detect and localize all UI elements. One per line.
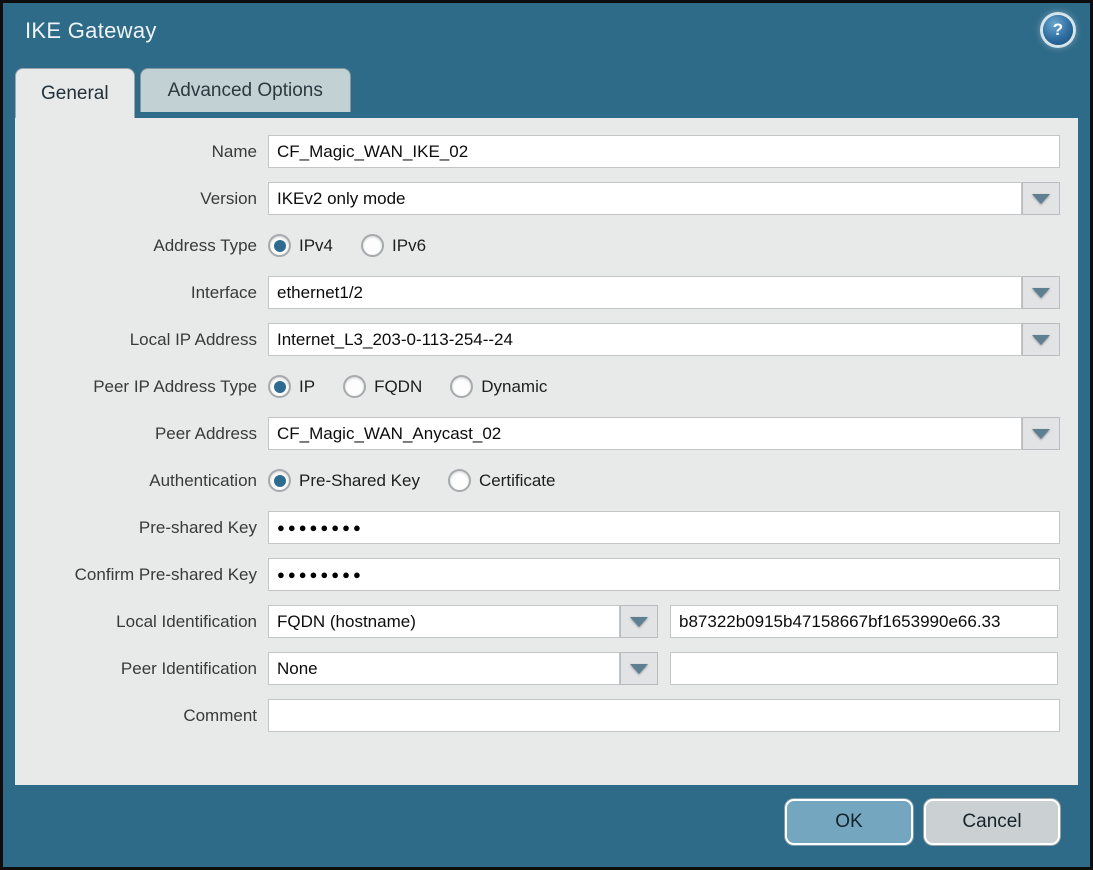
help-icon[interactable]: ? [1043,15,1073,45]
chevron-down-icon [1032,429,1050,439]
pre-shared-key-row: Pre-shared Key [15,511,1078,544]
name-input[interactable] [268,135,1060,168]
local-identification-label: Local Identification [15,612,268,632]
chevron-down-icon [1032,194,1050,204]
dialog-footer: OK Cancel [3,799,1060,845]
local-identification-type-input[interactable] [268,605,620,638]
radio-pre-shared-key[interactable] [268,469,291,492]
chevron-down-icon [630,617,648,627]
version-label: Version [15,189,268,209]
radio-dynamic[interactable] [450,375,473,398]
tab-bar: General Advanced Options [15,68,1090,118]
peer-identification-type-input[interactable] [268,652,620,685]
version-dropdown-button[interactable] [1022,182,1060,215]
radio-pre-shared-key-label: Pre-Shared Key [299,471,420,491]
tab-advanced-options-label: Advanced Options [168,80,323,102]
peer-identification-row: Peer Identification [15,652,1078,685]
confirm-pre-shared-key-label: Confirm Pre-shared Key [15,565,268,585]
address-type-row: Address Type IPv4 IPv6 [15,229,1078,262]
radio-certificate[interactable] [448,469,471,492]
radio-ip-label: IP [299,377,315,397]
peer-address-label: Peer Address [15,424,268,444]
tab-general[interactable]: General [15,68,135,118]
peer-address-row: Peer Address [15,417,1078,450]
ok-button[interactable]: OK [785,799,913,845]
radio-ipv6[interactable] [361,234,384,257]
address-type-label: Address Type [15,236,268,256]
version-input[interactable] [268,182,1022,215]
local-identification-row: Local Identification [15,605,1078,638]
comment-input[interactable] [268,699,1060,732]
title-bar: IKE Gateway ? [3,3,1090,68]
local-ip-address-label: Local IP Address [15,330,268,350]
peer-address-input[interactable] [268,417,1022,450]
comment-label: Comment [15,706,268,726]
radio-ipv4-label: IPv4 [299,236,333,256]
radio-ipv4[interactable] [268,234,291,257]
peer-ip-address-type-label: Peer IP Address Type [15,377,268,397]
name-label: Name [15,142,268,162]
radio-fqdn-label: FQDN [374,377,422,397]
help-icon-glyph: ? [1053,20,1063,40]
peer-identification-label: Peer Identification [15,659,268,679]
interface-input[interactable] [268,276,1022,309]
peer-ip-address-type-row: Peer IP Address Type IP FQDN Dynamic [15,370,1078,403]
local-ip-address-row: Local IP Address [15,323,1078,356]
confirm-pre-shared-key-row: Confirm Pre-shared Key [15,558,1078,591]
name-row: Name [15,135,1078,168]
interface-label: Interface [15,283,268,303]
confirm-pre-shared-key-input[interactable] [268,558,1060,591]
chevron-down-icon [1032,288,1050,298]
cancel-button[interactable]: Cancel [924,799,1060,845]
radio-ip[interactable] [268,375,291,398]
local-identification-value-input[interactable] [670,605,1058,638]
pre-shared-key-input[interactable] [268,511,1060,544]
tab-general-label: General [41,83,109,105]
ike-gateway-dialog: IKE Gateway ? General Advanced Options N… [0,0,1093,870]
pre-shared-key-label: Pre-shared Key [15,518,268,538]
cancel-button-label: Cancel [962,811,1021,833]
address-type-radio-group: IPv4 IPv6 [268,234,446,257]
radio-fqdn[interactable] [343,375,366,398]
radio-ipv6-label: IPv6 [392,236,426,256]
authentication-label: Authentication [15,471,268,491]
radio-dynamic-label: Dynamic [481,377,547,397]
interface-dropdown-button[interactable] [1022,276,1060,309]
interface-row: Interface [15,276,1078,309]
peer-ip-address-type-radio-group: IP FQDN Dynamic [268,375,567,398]
local-ip-address-input[interactable] [268,323,1022,356]
authentication-row: Authentication Pre-Shared Key Certificat… [15,464,1078,497]
authentication-radio-group: Pre-Shared Key Certificate [268,469,575,492]
ok-button-label: OK [835,811,862,833]
peer-address-dropdown-button[interactable] [1022,417,1060,450]
tab-advanced-options[interactable]: Advanced Options [140,68,351,112]
dialog-title: IKE Gateway [25,18,157,44]
version-row: Version [15,182,1078,215]
radio-certificate-label: Certificate [479,471,556,491]
chevron-down-icon [630,664,648,674]
general-tab-panel: Name Version Address Type IPv4 IPv6 Inte… [15,118,1078,785]
peer-identification-type-dropdown-button[interactable] [620,652,658,685]
chevron-down-icon [1032,335,1050,345]
local-identification-type-dropdown-button[interactable] [620,605,658,638]
comment-row: Comment [15,699,1078,732]
peer-identification-value-input[interactable] [670,652,1058,685]
local-ip-address-dropdown-button[interactable] [1022,323,1060,356]
